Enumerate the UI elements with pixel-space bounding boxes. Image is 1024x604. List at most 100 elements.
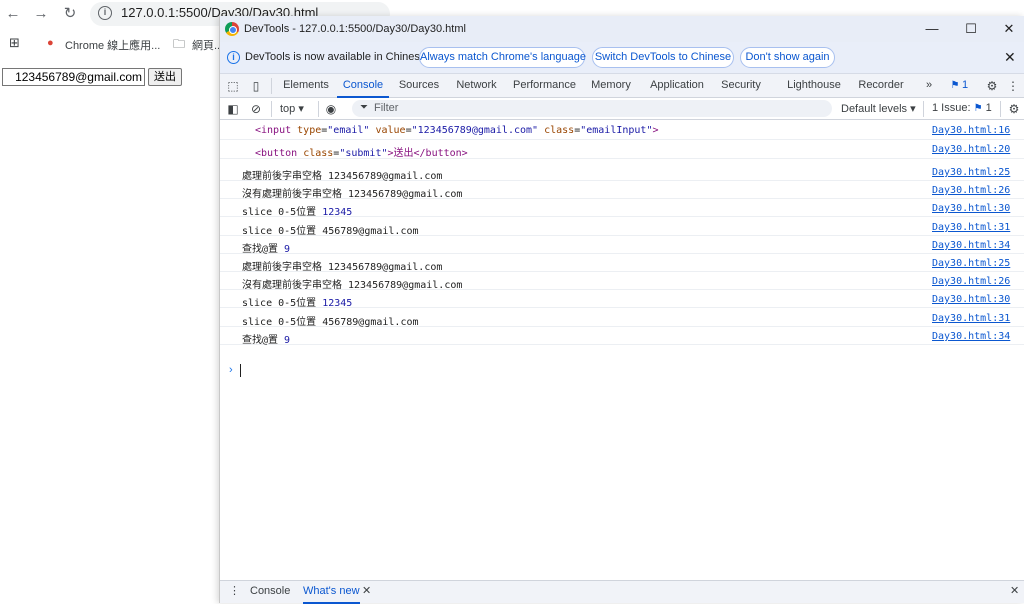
back-icon[interactable]: ←	[4, 5, 22, 23]
tab-recorder[interactable]: Recorder	[853, 74, 909, 98]
match-language-button[interactable]: Always match Chrome's language	[419, 47, 586, 68]
console-toolbar: ◧ ⊘ top ▾ ◉ ⏷ Filter Default levels ▾ 1 …	[220, 98, 1024, 120]
tab-security[interactable]: Security	[717, 74, 765, 98]
source-link[interactable]: Day30.html:31	[932, 313, 1010, 324]
console-message[interactable]: slice 0-5位置 456789@gmail.com	[242, 222, 419, 237]
inspect-element-icon[interactable]: ⬚	[225, 78, 241, 94]
settings-gear-icon[interactable]: ⚙	[984, 78, 1000, 94]
console-row[interactable]: 查找@置 9 Day30.html:34	[220, 236, 1024, 255]
drawer-menu-icon[interactable]: ⋮	[229, 581, 240, 604]
message-label: slice 0-5位置	[242, 298, 317, 309]
drawer-tab-whats-new[interactable]: What's new	[303, 581, 360, 604]
device-toolbar-icon[interactable]: ▯	[248, 78, 264, 94]
source-link[interactable]: Day30.html:34	[932, 331, 1010, 342]
console-row[interactable]: slice 0-5位置 12345 Day30.html:30	[220, 199, 1024, 218]
issues-label: 1 Issue:	[932, 102, 971, 114]
source-link[interactable]: Day30.html:26	[932, 185, 1010, 196]
filter-input[interactable]	[352, 100, 832, 117]
console-settings-icon[interactable]: ⚙	[1006, 101, 1022, 117]
clear-console-icon[interactable]: ⊘	[248, 101, 264, 117]
reload-icon[interactable]: ↻	[61, 5, 79, 23]
more-tabs-button[interactable]: »	[920, 74, 938, 98]
console-input-caret[interactable]	[240, 364, 241, 377]
devtools-titlebar: DevTools - 127.0.0.1:5500/Day30/Day30.ht…	[220, 16, 1024, 42]
devtools-window: DevTools - 127.0.0.1:5500/Day30/Day30.ht…	[219, 16, 1024, 604]
console-message[interactable]: slice 0-5位置 12345	[242, 294, 352, 309]
close-infobar-icon[interactable]: ✕	[1004, 50, 1016, 64]
divider	[923, 101, 924, 117]
close-window-icon[interactable]: ✕	[996, 20, 1022, 38]
drawer-tab-console[interactable]: Console	[250, 581, 290, 604]
tab-memory[interactable]: Memory	[586, 74, 636, 98]
console-message[interactable]: slice 0-5位置 456789@gmail.com	[242, 313, 419, 328]
source-link[interactable]: Day30.html:16	[932, 125, 1010, 136]
sidebar-toggle-icon[interactable]: ◧	[225, 101, 241, 117]
site-info-icon[interactable]: i	[98, 6, 112, 20]
console-row[interactable]: 沒有處理前後字串空格 123456789@gmail.com Day30.html:…	[220, 272, 1024, 291]
console-message[interactable]: 處理前後字串空格 123456789@gmail.com	[242, 167, 442, 182]
bookmark-chrome-store[interactable]: Chrome 線上應用...	[65, 37, 160, 53]
tab-lighthouse[interactable]: Lighthouse	[783, 74, 845, 98]
source-link[interactable]: Day30.html:26	[932, 276, 1010, 287]
console-row[interactable]: slice 0-5位置 12345 Day30.html:30	[220, 290, 1024, 309]
console-row[interactable]: 查找@置 9 Day30.html:34	[220, 327, 1024, 346]
chrome-store-icon: ●	[47, 37, 54, 49]
source-link[interactable]: Day30.html:20	[932, 144, 1010, 155]
input-element-log[interactable]: <input type="email" value="123456789@gma…	[255, 125, 659, 136]
submit-button[interactable]: 送出	[148, 68, 182, 86]
chrome-logo-icon	[225, 22, 239, 36]
console-message[interactable]: slice 0-5位置 12345	[242, 203, 352, 218]
divider	[318, 101, 319, 117]
console-row[interactable]: 沒有處理前後字串空格 123456789@gmail.com Day30.html:…	[220, 181, 1024, 200]
source-link[interactable]: Day30.html:30	[932, 203, 1010, 214]
language-infobar: i DevTools is now available in Chinese! …	[220, 42, 1024, 74]
source-link[interactable]: Day30.html:25	[932, 258, 1010, 269]
info-icon: i	[227, 51, 240, 64]
tab-performance[interactable]: Performance	[509, 74, 580, 98]
issues-count[interactable]: 1	[960, 74, 970, 98]
source-link[interactable]: Day30.html:30	[932, 294, 1010, 305]
console-row[interactable]: 處理前後字串空格 123456789@gmail.com Day30.html:25	[220, 163, 1024, 182]
console-message[interactable]: 查找@置 9	[242, 240, 290, 255]
email-input[interactable]: 123456789@gmail.com	[2, 68, 145, 86]
source-link[interactable]: Day30.html:25	[932, 167, 1010, 178]
source-link[interactable]: Day30.html:34	[932, 240, 1010, 251]
issue-flag-icon: ⚑	[973, 103, 983, 114]
console-row[interactable]: 處理前後字串空格 123456789@gmail.com Day30.html:25	[220, 254, 1024, 273]
switch-chinese-button[interactable]: Switch DevTools to Chinese	[592, 47, 734, 68]
console-prompt-icon: ›	[229, 364, 233, 376]
button-element-log[interactable]: <button class="submit">送出</button>	[255, 144, 468, 159]
context-selector[interactable]: top ▾	[280, 102, 304, 115]
maximize-icon[interactable]: ☐	[958, 20, 984, 38]
console-message[interactable]: 處理前後字串空格 123456789@gmail.com	[242, 258, 442, 273]
issues-counter[interactable]: 1 Issue: ⚑ 1	[932, 102, 992, 114]
tab-console[interactable]: Console	[337, 74, 389, 98]
console-message[interactable]: 查找@置 9	[242, 331, 290, 346]
tab-network[interactable]: Network	[450, 74, 503, 98]
tab-elements[interactable]: Elements	[279, 74, 333, 98]
apps-grid-icon[interactable]: ⊞	[9, 35, 20, 51]
console-row[interactable]: slice 0-5位置 456789@gmail.com Day30.html:31	[220, 309, 1024, 328]
bottom-drawer: ⋮ Console What's new ✕ ✕	[220, 580, 1024, 604]
console-row[interactable]: slice 0-5位置 456789@gmail.com Day30.html:31	[220, 218, 1024, 237]
forward-icon[interactable]: →	[32, 5, 50, 23]
close-drawer-icon[interactable]: ✕	[1010, 581, 1019, 604]
tab-application[interactable]: Application	[643, 74, 711, 98]
dont-show-again-button[interactable]: Don't show again	[740, 47, 835, 68]
filter-placeholder: Filter	[374, 102, 399, 114]
log-levels-dropdown[interactable]: Default levels ▾	[841, 102, 916, 115]
live-expression-eye-icon[interactable]: ◉	[323, 101, 339, 117]
message-value: 9	[284, 335, 291, 346]
minimize-icon[interactable]: —	[919, 20, 945, 38]
message-label: 查找@置	[242, 335, 279, 346]
console-message[interactable]: 沒有處理前後字串空格 123456789@gmail.com	[242, 185, 462, 200]
console-panel[interactable]: <input type="email" value="123456789@gma…	[220, 120, 1024, 580]
console-row-element[interactable]: <input type="email" value="123456789@gma…	[220, 120, 1024, 140]
tab-sources[interactable]: Sources	[394, 74, 444, 98]
close-tab-icon[interactable]: ✕	[362, 581, 371, 604]
source-link[interactable]: Day30.html:31	[932, 222, 1010, 233]
console-message[interactable]: 沒有處理前後字串空格 123456789@gmail.com	[242, 276, 462, 291]
more-options-icon[interactable]: ⋮	[1005, 78, 1021, 94]
message-label: slice 0-5位置	[242, 207, 317, 218]
devtools-tabbar: ⬚ ▯ Elements Console Sources Network Per…	[220, 74, 1024, 98]
